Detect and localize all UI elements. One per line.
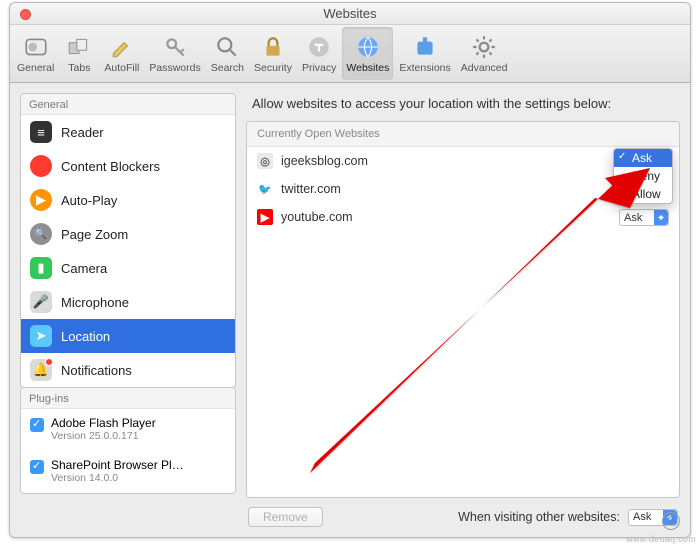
sidebar-item-camera[interactable]: ▮Camera	[21, 251, 235, 285]
site-row-youtube[interactable]: ▶ youtube.com Ask	[247, 203, 679, 231]
footer-label: When visiting other websites:	[458, 510, 620, 524]
chevron-updown-icon	[654, 210, 668, 225]
pencil-icon	[107, 32, 137, 62]
search-icon	[212, 32, 242, 62]
favicon-igeeksblog: ◎	[257, 153, 273, 169]
tab-extensions[interactable]: Extensions	[395, 27, 454, 80]
tab-passwords[interactable]: Passwords	[145, 27, 204, 80]
tab-tabs[interactable]: Tabs	[60, 27, 98, 80]
globe-icon	[353, 32, 383, 62]
favicon-youtube: ▶	[257, 209, 273, 225]
sidebar: General ≡Reader Content Blockers ▶Auto-P…	[20, 93, 236, 527]
preferences-toolbar: General Tabs AutoFill Passwords Search S…	[10, 25, 690, 83]
gear-icon	[469, 32, 499, 62]
close-window-button[interactable]	[20, 9, 31, 20]
favicon-twitter: 🐦	[257, 181, 273, 197]
privacy-icon	[304, 32, 334, 62]
checkbox-icon[interactable]	[30, 418, 44, 432]
permission-select-youtube[interactable]: Ask	[619, 209, 669, 226]
microphone-icon: 🎤	[30, 291, 52, 313]
dropdown-option-allow[interactable]: Allow	[614, 185, 672, 203]
tab-search[interactable]: Search	[207, 27, 248, 80]
camera-icon: ▮	[30, 257, 52, 279]
preferences-window: Websites General Tabs AutoFill Passwords…	[9, 2, 691, 538]
main-panel: Allow websites to access your location w…	[246, 93, 680, 527]
reader-icon: ≡	[30, 121, 52, 143]
panel-heading: Allow websites to access your location w…	[246, 93, 680, 121]
tab-websites[interactable]: Websites	[342, 27, 393, 80]
sidebar-plugins-header: Plug-ins	[21, 388, 235, 409]
sidebar-item-notifications[interactable]: 🔔Notifications	[21, 353, 235, 387]
tab-advanced[interactable]: Advanced	[457, 27, 512, 80]
location-icon: ➤	[30, 325, 52, 347]
permission-dropdown: Ask Deny Allow	[613, 148, 673, 204]
sidebar-item-auto-play[interactable]: ▶Auto-Play	[21, 183, 235, 217]
extensions-icon	[410, 32, 440, 62]
sidebar-item-microphone[interactable]: 🎤Microphone	[21, 285, 235, 319]
section-header: Currently Open Websites	[247, 122, 679, 147]
sidebar-item-location[interactable]: ➤Location	[21, 319, 235, 353]
key-icon	[160, 32, 190, 62]
help-button[interactable]: ?	[662, 512, 680, 530]
play-icon: ▶	[30, 189, 52, 211]
titlebar: Websites	[10, 3, 690, 25]
zoom-icon: 🔍	[30, 223, 52, 245]
lock-icon	[258, 32, 288, 62]
plugin-flash[interactable]: Adobe Flash PlayerVersion 25.0.0.171	[21, 409, 235, 451]
window-title: Websites	[323, 6, 376, 21]
tab-autofill[interactable]: AutoFill	[100, 27, 143, 80]
tab-security[interactable]: Security	[250, 27, 296, 80]
sidebar-item-page-zoom[interactable]: 🔍Page Zoom	[21, 217, 235, 251]
sidebar-item-content-blockers[interactable]: Content Blockers	[21, 149, 235, 183]
tab-general[interactable]: General	[13, 27, 58, 80]
plugin-sharepoint[interactable]: SharePoint Browser Pl…Version 14.0.0	[21, 451, 235, 493]
sidebar-general-header: General	[21, 94, 235, 115]
sidebar-item-reader[interactable]: ≡Reader	[21, 115, 235, 149]
content-area: General ≡Reader Content Blockers ▶Auto-P…	[10, 83, 690, 537]
websites-list: Currently Open Websites ◎ igeeksblog.com…	[246, 121, 680, 498]
dropdown-option-ask[interactable]: Ask	[614, 149, 672, 167]
watermark: www.deuaq.com	[626, 534, 696, 544]
tabs-icon	[64, 32, 94, 62]
sidebar-plugins-box: Plug-ins Adobe Flash PlayerVersion 25.0.…	[20, 387, 236, 494]
remove-button[interactable]: Remove	[248, 507, 323, 527]
stop-icon	[30, 155, 52, 177]
checkbox-icon[interactable]	[30, 460, 44, 474]
sidebar-general-box: General ≡Reader Content Blockers ▶Auto-P…	[20, 93, 236, 388]
tab-privacy[interactable]: Privacy	[298, 27, 340, 80]
switch-icon	[21, 32, 51, 62]
panel-footer: Remove When visiting other websites: Ask	[246, 498, 680, 527]
dropdown-option-deny[interactable]: Deny	[614, 167, 672, 185]
notification-badge	[45, 358, 53, 366]
